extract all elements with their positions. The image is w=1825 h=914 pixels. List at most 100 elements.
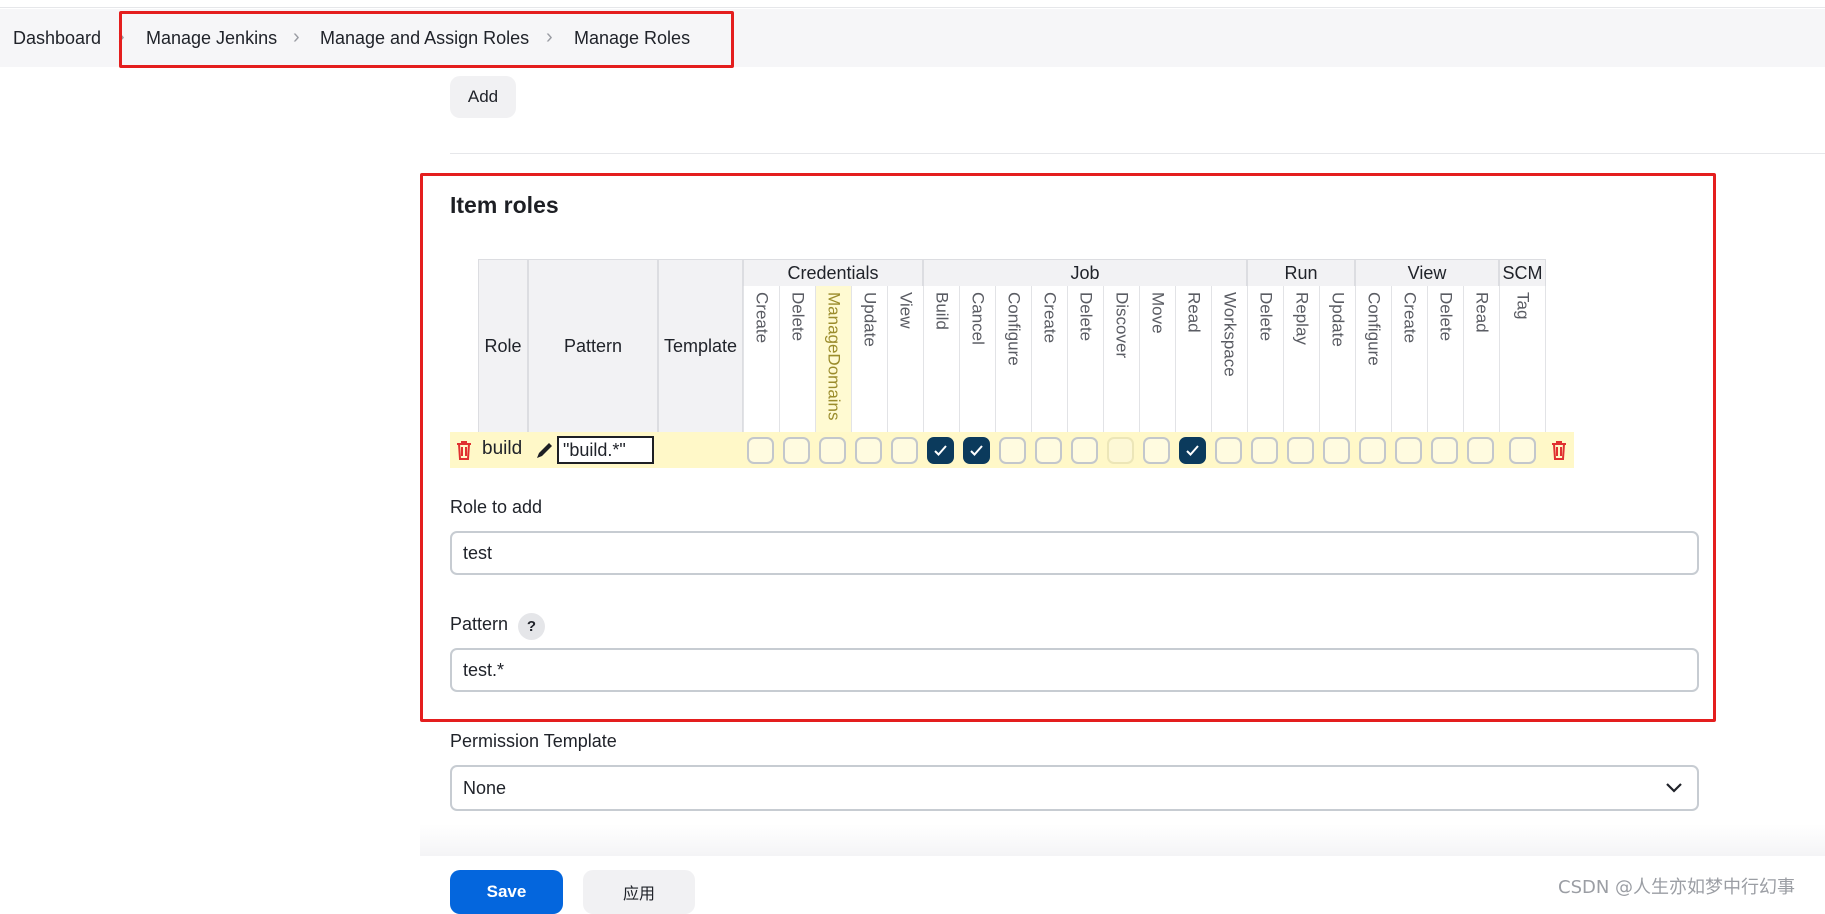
breadcrumb-chevron-icon: › <box>546 26 553 48</box>
check-icon <box>1186 445 1199 456</box>
checkbox-job-read[interactable] <box>1179 437 1206 464</box>
breadcrumb-manage-roles[interactable]: Manage Roles <box>574 9 690 67</box>
delete-role-trash-icon-right[interactable] <box>1549 439 1569 461</box>
perm-col-job-build: Build <box>923 286 959 432</box>
footer-shadow <box>420 824 1825 856</box>
delete-role-trash-icon[interactable] <box>454 439 474 461</box>
breadcrumb-chevron-icon: › <box>293 26 300 48</box>
perm-col-credentials-view: View <box>887 286 923 432</box>
checkbox-credentials-update[interactable] <box>855 437 882 464</box>
perm-label: Build <box>932 292 952 330</box>
perm-col-view-read: Read <box>1463 286 1499 432</box>
checkbox-scm-tag[interactable] <box>1509 437 1536 464</box>
pattern-input[interactable]: test.* <box>450 648 1699 692</box>
perm-label: Configure <box>1004 292 1024 366</box>
checkbox-credentials-delete[interactable] <box>783 437 810 464</box>
perm-col-job-move: Move <box>1139 286 1175 432</box>
role-to-add-label: Role to add <box>450 497 543 517</box>
table-row-build: build "build.*" <box>450 432 1574 468</box>
watermark: CSDN @人生亦如梦中行幻事 <box>1558 877 1796 898</box>
breadcrumb-chevron-icon: › <box>118 26 125 48</box>
checkbox-job-create[interactable] <box>1035 437 1062 464</box>
perm-label: Cancel <box>968 292 988 345</box>
perm-label: Delete <box>788 292 808 342</box>
perm-col-credentials-create: Create <box>743 286 779 432</box>
checkbox-credentials-managedomains[interactable] <box>819 437 846 464</box>
perm-label: Update <box>1328 292 1348 347</box>
pattern-help-icon[interactable]: ? <box>518 613 545 640</box>
checkbox-job-move[interactable] <box>1143 437 1170 464</box>
checkbox-job-delete[interactable] <box>1071 437 1098 464</box>
perm-col-job-cancel: Cancel <box>959 286 995 432</box>
perm-col-credentials-delete: Delete <box>779 286 815 432</box>
checkbox-credentials-create[interactable] <box>747 437 774 464</box>
group-view: View <box>1355 259 1499 287</box>
role-to-add-input[interactable]: test <box>450 531 1699 575</box>
perm-col-job-discover: Discover <box>1103 286 1139 432</box>
perm-label: Read <box>1184 292 1204 333</box>
perm-label: Create <box>1400 292 1420 344</box>
permission-template-value: None <box>463 778 507 798</box>
perm-label: ManageDomains <box>824 292 844 421</box>
perm-label: Create <box>1040 292 1060 344</box>
header-role: Role <box>478 259 528 433</box>
check-icon <box>970 445 983 456</box>
permission-template-select[interactable]: None <box>450 765 1699 811</box>
group-run: Run <box>1247 259 1355 287</box>
permission-template-label: Permission Template <box>450 731 617 751</box>
perm-label: Update <box>860 292 880 347</box>
perm-col-scm-tag: Tag <box>1499 286 1546 432</box>
perm-label: Delete <box>1256 292 1276 342</box>
checkbox-run-replay[interactable] <box>1287 437 1314 464</box>
perm-col-job-create: Create <box>1031 286 1067 432</box>
perm-col-run-replay: Replay <box>1283 286 1319 432</box>
checkbox-view-delete[interactable] <box>1431 437 1458 464</box>
perm-col-run-update: Update <box>1319 286 1355 432</box>
perm-label: Tag <box>1513 292 1533 320</box>
group-credentials: Credentials <box>743 259 923 287</box>
breadcrumb: Dashboard › Manage Jenkins › Manage and … <box>0 9 1825 67</box>
checkbox-job-workspace[interactable] <box>1215 437 1242 464</box>
breadcrumb-dashboard[interactable]: Dashboard <box>13 9 101 67</box>
apply-button[interactable]: 应用 <box>583 870 695 914</box>
checkbox-job-discover <box>1107 437 1134 464</box>
perm-col-job-workspace: Workspace <box>1211 286 1247 432</box>
checkbox-job-cancel[interactable] <box>963 437 990 464</box>
perm-col-view-configure: Configure <box>1355 286 1391 432</box>
save-button[interactable]: Save <box>450 870 563 914</box>
role-name: build <box>482 438 523 459</box>
header-template: Template <box>658 259 743 433</box>
check-icon <box>934 445 947 456</box>
perm-label: Delete <box>1436 292 1456 342</box>
checkbox-job-configure[interactable] <box>999 437 1026 464</box>
perm-label: Delete <box>1076 292 1096 342</box>
perm-label: Discover <box>1112 292 1132 359</box>
item-roles-title: Item roles <box>450 192 559 218</box>
checkbox-job-build[interactable] <box>927 437 954 464</box>
pattern-edit-input[interactable]: "build.*" <box>557 436 654 464</box>
checkbox-run-update[interactable] <box>1323 437 1350 464</box>
chevron-down-icon <box>1666 783 1682 793</box>
checkbox-view-read[interactable] <box>1467 437 1494 464</box>
breadcrumb-manage-jenkins[interactable]: Manage Jenkins <box>146 9 277 67</box>
checkbox-credentials-view[interactable] <box>891 437 918 464</box>
checkbox-view-create[interactable] <box>1395 437 1422 464</box>
add-role-button[interactable]: Add <box>450 76 516 118</box>
perm-label: Create <box>752 292 772 344</box>
perm-label: Replay <box>1292 292 1312 345</box>
top-edge <box>0 0 1825 8</box>
checkbox-run-delete[interactable] <box>1251 437 1278 464</box>
perm-col-view-delete: Delete <box>1427 286 1463 432</box>
perm-label: Read <box>1472 292 1492 333</box>
checkbox-view-configure[interactable] <box>1359 437 1386 464</box>
perm-label: Move <box>1148 292 1168 334</box>
section-divider <box>450 153 1825 154</box>
perm-col-run-delete: Delete <box>1247 286 1283 432</box>
perm-col-credentials-update: Update <box>851 286 887 432</box>
perm-col-view-create: Create <box>1391 286 1427 432</box>
perm-label: Workspace <box>1220 292 1240 377</box>
breadcrumb-manage-assign-roles[interactable]: Manage and Assign Roles <box>320 9 529 67</box>
edit-pencil-icon[interactable] <box>535 441 554 460</box>
perm-label: Configure <box>1364 292 1384 366</box>
perm-col-job-configure: Configure <box>995 286 1031 432</box>
